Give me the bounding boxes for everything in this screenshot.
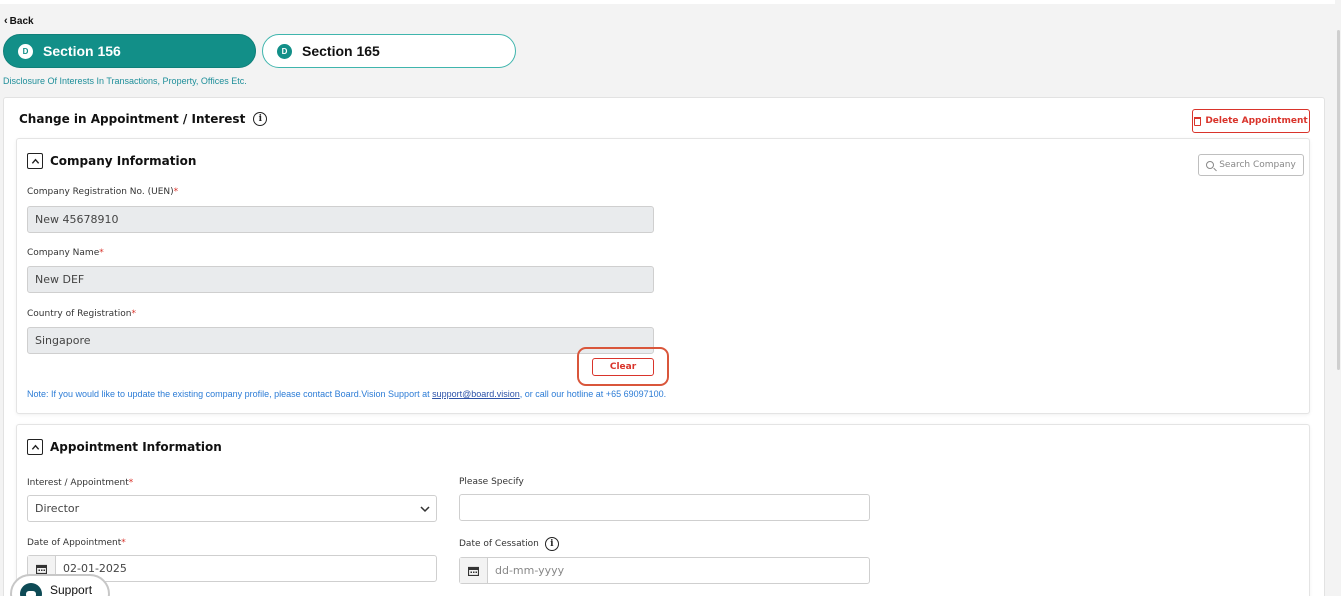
tab-label: Section 156 bbox=[43, 43, 121, 59]
clear-button-highlight: Clear bbox=[577, 347, 669, 386]
chevron-left-icon: ‹ bbox=[4, 15, 8, 27]
trash-icon bbox=[1194, 116, 1202, 126]
section-badge-icon: D bbox=[277, 43, 292, 59]
back-link[interactable]: ‹ Back bbox=[4, 15, 34, 28]
company-information-panel: Company Information Search Company Compa… bbox=[16, 138, 1310, 414]
specify-input[interactable] bbox=[459, 494, 870, 521]
chevron-up-icon[interactable] bbox=[27, 439, 43, 455]
country-label: Country of Registration* bbox=[27, 309, 136, 319]
search-icon bbox=[1206, 161, 1215, 169]
support-note: Note: If you would like to update the ex… bbox=[27, 389, 666, 399]
appointment-information-header: Appointment Information bbox=[27, 439, 222, 455]
company-information-title: Company Information bbox=[50, 154, 197, 168]
appointment-change-card: Change in Appointment / Interest i Delet… bbox=[3, 97, 1325, 596]
uen-label: Company Registration No. (UEN)* bbox=[27, 187, 179, 197]
interest-value: Director bbox=[35, 502, 80, 515]
appointment-information-panel: Appointment Information Interest / Appoi… bbox=[16, 424, 1310, 596]
search-company-label: Search Company bbox=[1219, 160, 1296, 170]
interest-label: Interest / Appointment* bbox=[27, 478, 134, 488]
top-strip bbox=[0, 0, 1341, 4]
appointment-information-title: Appointment Information bbox=[50, 440, 222, 454]
support-email-link[interactable]: support@board.vision bbox=[432, 389, 520, 399]
tab-section-156[interactable]: D Section 156 bbox=[3, 34, 256, 68]
page-title: Change in Appointment / Interest i bbox=[19, 112, 268, 126]
scrollbar-thumb[interactable] bbox=[1337, 30, 1340, 370]
info-icon[interactable]: i bbox=[253, 112, 268, 126]
date-cessation-input[interactable]: dd-mm-yyyy bbox=[459, 557, 870, 584]
tab-label: Section 165 bbox=[302, 43, 380, 59]
note-suffix: , or call our hotline at +65 69097100. bbox=[519, 389, 667, 399]
page-title-text: Change in Appointment / Interest bbox=[19, 112, 246, 126]
note-prefix: Note: If you would like to update the ex… bbox=[27, 389, 433, 399]
company-name-label: Company Name* bbox=[27, 248, 104, 258]
clear-button[interactable]: Clear bbox=[592, 357, 654, 376]
date-cessation-placeholder: dd-mm-yyyy bbox=[495, 564, 565, 577]
specify-label: Please Specify bbox=[459, 477, 524, 487]
section-subtitle: Disclosure Of Interests In Transactions,… bbox=[3, 76, 247, 86]
uen-field: New 45678910 bbox=[27, 206, 654, 233]
scrollbar[interactable] bbox=[1335, 0, 1341, 596]
calendar-icon[interactable] bbox=[460, 558, 488, 583]
search-company-button[interactable]: Search Company bbox=[1198, 154, 1304, 176]
back-label: Back bbox=[9, 16, 34, 27]
delete-appointment-label: Delete Appointment bbox=[1205, 116, 1308, 126]
date-cessation-label: Date of Cessation i bbox=[459, 537, 559, 551]
tab-section-165[interactable]: D Section 165 bbox=[262, 34, 516, 68]
date-appointment-label: Date of Appointment* bbox=[27, 538, 126, 548]
support-label: Support bbox=[50, 583, 93, 596]
chevron-up-icon[interactable] bbox=[27, 153, 43, 169]
country-field: Singapore bbox=[27, 327, 654, 354]
support-button[interactable]: Support bbox=[10, 574, 110, 596]
company-information-header: Company Information bbox=[27, 153, 196, 169]
date-cessation-label-text: Date of Cessation bbox=[459, 539, 539, 549]
delete-appointment-button[interactable]: Delete Appointment bbox=[1192, 109, 1310, 133]
info-icon[interactable]: i bbox=[544, 537, 559, 551]
chat-icon bbox=[20, 583, 42, 596]
company-name-field: New DEF bbox=[27, 266, 654, 293]
interest-select[interactable]: Director bbox=[27, 495, 437, 522]
section-badge-icon: D bbox=[18, 43, 33, 59]
chevron-down-icon bbox=[420, 506, 430, 513]
